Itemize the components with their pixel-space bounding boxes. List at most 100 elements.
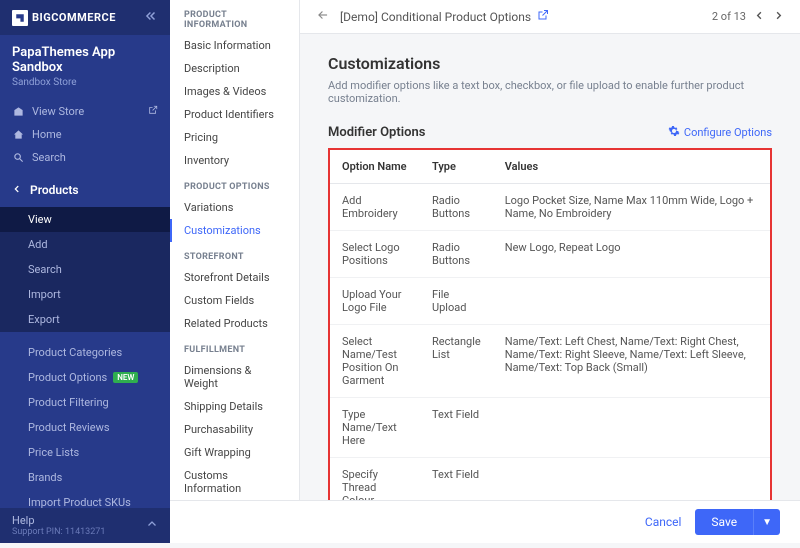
col-values: Values xyxy=(493,150,770,184)
table-row[interactable]: Select Logo PositionsRadio ButtonsNew Lo… xyxy=(330,231,770,278)
table-row[interactable]: Select Name/Test Position On GarmentRect… xyxy=(330,325,770,398)
table-row[interactable]: Type Name/Text HereText Field xyxy=(330,398,770,458)
sidebar-sub-export[interactable]: Export xyxy=(0,307,170,332)
page-title: [Demo] Conditional Product Options xyxy=(340,10,531,24)
sidebar-section-label: Products xyxy=(30,183,79,197)
table-header-row: Option Name Type Values xyxy=(330,150,770,184)
configure-options-link[interactable]: Configure Options xyxy=(668,125,772,140)
sidebar-sub-view[interactable]: View xyxy=(0,207,170,232)
subnav-shipping-details[interactable]: Shipping Details xyxy=(170,395,299,418)
subnav-section-title: PRODUCT INFORMATION xyxy=(170,0,299,34)
cell-type: Radio Buttons xyxy=(420,231,493,278)
sidebar-topbar: BIGCOMMERCE xyxy=(0,0,170,35)
sidebar-sub-import[interactable]: Import xyxy=(0,282,170,307)
sidebar-footer: Help Support PIN: 11413271 xyxy=(0,508,170,543)
search-icon xyxy=(12,152,24,164)
sidebar-link-home[interactable]: Home xyxy=(0,123,170,146)
subnav-storefront-details[interactable]: Storefront Details xyxy=(170,266,299,289)
back-button[interactable] xyxy=(316,8,330,25)
chevron-left-icon xyxy=(12,183,22,197)
subnav-gift-wrapping[interactable]: Gift Wrapping xyxy=(170,441,299,464)
sidebar-item-product-categories[interactable]: Product Categories xyxy=(0,340,170,365)
save-button[interactable]: Save xyxy=(695,509,753,535)
sidebar-link-label: Home xyxy=(32,128,62,141)
cell-values: Name/Text: Left Chest, Name/Text: Right … xyxy=(493,325,770,398)
home-icon xyxy=(12,129,24,141)
sidebar-link-label: View Store xyxy=(32,105,84,118)
subnav-images-videos[interactable]: Images & Videos xyxy=(170,80,299,103)
modifier-options-table-wrap: Option Name Type Values Add EmbroideryRa… xyxy=(328,148,772,532)
store-icon xyxy=(12,106,24,118)
sidebar-link-label: Search xyxy=(32,151,66,164)
col-option-name: Option Name xyxy=(330,150,420,184)
topbar: [Demo] Conditional Product Options 2 of … xyxy=(300,0,800,34)
help-link[interactable]: Help xyxy=(12,514,105,527)
cell-values: New Logo, Repeat Logo xyxy=(493,231,770,278)
subnav-custom-fields[interactable]: Custom Fields xyxy=(170,289,299,312)
sidebar-item-product-filtering[interactable]: Product Filtering xyxy=(0,390,170,415)
cell-option-name: Select Logo Positions xyxy=(330,231,420,278)
store-header: PapaThemes App Sandbox Sandbox Store xyxy=(0,35,170,96)
subnav-basic-information[interactable]: Basic Information xyxy=(170,34,299,57)
sidebar-sub-add[interactable]: Add xyxy=(0,232,170,257)
cell-option-name: Upload Your Logo File xyxy=(330,278,420,325)
main-sidebar: BIGCOMMERCE PapaThemes App Sandbox Sandb… xyxy=(0,0,170,543)
subnav-description[interactable]: Description xyxy=(170,57,299,80)
bottom-action-bar: Cancel Save ▼ xyxy=(170,500,800,543)
save-button-group: Save ▼ xyxy=(695,509,780,535)
cell-values xyxy=(493,398,770,458)
sidebar-products-sub: View Add Search Import Export xyxy=(0,207,170,332)
cell-option-name: Select Name/Test Position On Garment xyxy=(330,325,420,398)
table-row[interactable]: Upload Your Logo FileFile Upload xyxy=(330,278,770,325)
pager: 2 of 13 xyxy=(712,9,784,25)
pager-next[interactable] xyxy=(773,9,784,25)
product-subnav: PRODUCT INFORMATION Basic Information De… xyxy=(170,0,300,543)
subnav-customizations[interactable]: Customizations xyxy=(170,219,299,242)
label: Product Categories xyxy=(28,346,122,359)
sidebar-collapse-icon[interactable] xyxy=(144,9,158,26)
subnav-purchasability[interactable]: Purchasability xyxy=(170,418,299,441)
sidebar-quicklinks: View Store Home Search xyxy=(0,96,170,173)
subnav-dimensions-weight[interactable]: Dimensions & Weight xyxy=(170,359,299,395)
brand-name: BIGCOMMERCE xyxy=(32,11,116,24)
brand-logo-icon xyxy=(12,10,28,26)
sidebar-item-product-reviews[interactable]: Product Reviews xyxy=(0,415,170,440)
sidebar-link-view-store[interactable]: View Store xyxy=(0,100,170,123)
subnav-pricing[interactable]: Pricing xyxy=(170,126,299,149)
subnav-customs-information[interactable]: Customs Information xyxy=(170,464,299,500)
pager-prev[interactable] xyxy=(754,9,765,25)
subnav-related-products[interactable]: Related Products xyxy=(170,312,299,335)
subnav-variations[interactable]: Variations xyxy=(170,196,299,219)
subnav-inventory[interactable]: Inventory xyxy=(170,149,299,172)
cell-type: File Upload xyxy=(420,278,493,325)
app-root: BIGCOMMERCE PapaThemes App Sandbox Sandb… xyxy=(0,0,800,543)
gear-icon xyxy=(668,125,680,140)
configure-label: Configure Options xyxy=(684,126,772,139)
subnav-product-identifiers[interactable]: Product Identifiers xyxy=(170,103,299,126)
brand-logo[interactable]: BIGCOMMERCE xyxy=(12,10,116,26)
sidebar-link-search[interactable]: Search xyxy=(0,146,170,169)
content-area: Customizations Add modifier options like… xyxy=(300,34,800,543)
label: Product Filtering xyxy=(28,396,109,409)
sidebar-item-brands[interactable]: Brands xyxy=(0,465,170,490)
external-link-icon[interactable] xyxy=(537,9,549,24)
sidebar-item-price-lists[interactable]: Price Lists xyxy=(0,440,170,465)
store-sub: Sandbox Store xyxy=(12,77,158,88)
section-header: Modifier Options Configure Options xyxy=(328,125,772,140)
chevron-up-icon[interactable] xyxy=(146,518,158,533)
modifier-options-table: Option Name Type Values Add EmbroideryRa… xyxy=(330,150,770,530)
breadcrumb: [Demo] Conditional Product Options xyxy=(340,9,702,24)
sidebar-section-products[interactable]: Products xyxy=(0,173,170,207)
save-dropdown-button[interactable]: ▼ xyxy=(753,509,780,535)
label: Product Reviews xyxy=(28,421,110,434)
pager-text: 2 of 13 xyxy=(712,10,746,23)
table-row[interactable]: Add EmbroideryRadio ButtonsLogo Pocket S… xyxy=(330,184,770,231)
subnav-section-title: PRODUCT OPTIONS xyxy=(170,172,299,196)
sidebar-sub-search[interactable]: Search xyxy=(0,257,170,282)
cancel-button[interactable]: Cancel xyxy=(645,515,682,529)
store-name: PapaThemes App Sandbox xyxy=(12,45,158,75)
main-panel: [Demo] Conditional Product Options 2 of … xyxy=(300,0,800,543)
sidebar-item-product-options[interactable]: Product OptionsNEW xyxy=(0,365,170,390)
subnav-section-title: STOREFRONT xyxy=(170,242,299,266)
page-heading: Customizations xyxy=(328,54,772,73)
